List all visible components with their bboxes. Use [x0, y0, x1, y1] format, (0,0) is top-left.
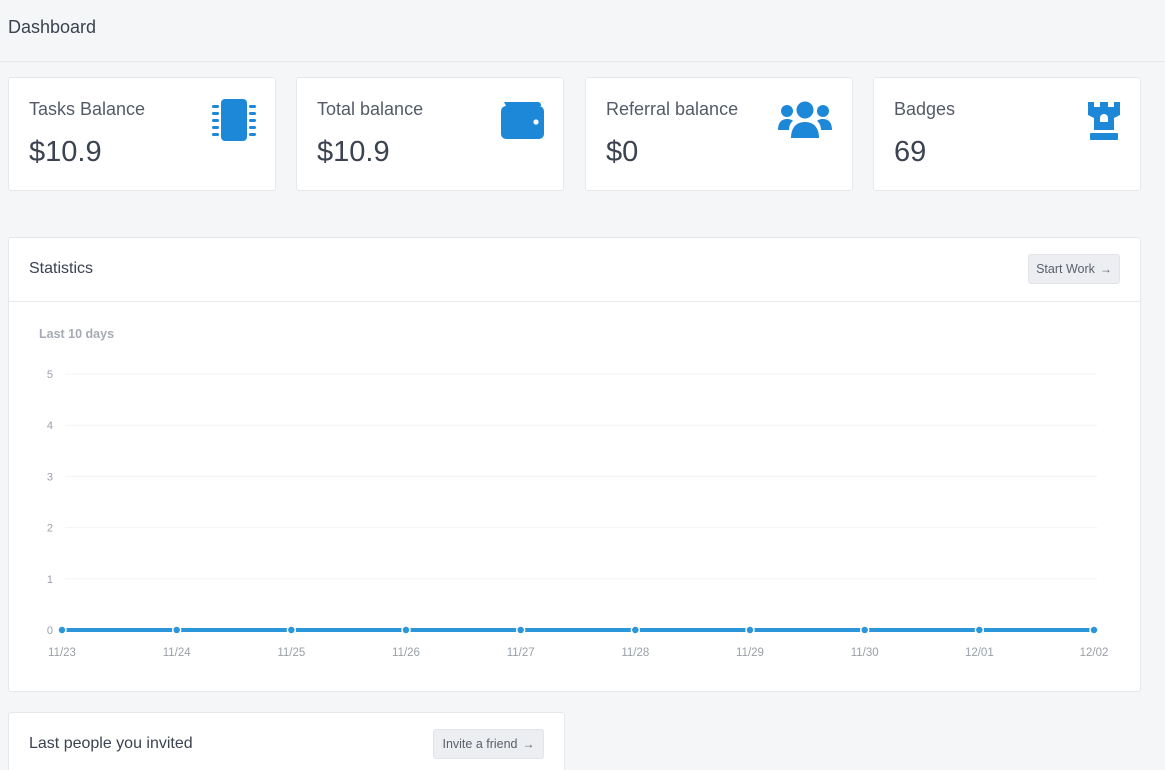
wallet-icon [500, 100, 544, 140]
x-tick-label: 12/01 [965, 647, 994, 659]
stat-value: 69 [894, 136, 927, 168]
x-tick-label: 11/23 [48, 647, 76, 659]
x-tick-label: 11/28 [621, 647, 649, 659]
stat-label: Referral balance [606, 99, 739, 119]
stat-label: Badges [894, 99, 956, 119]
page-title: Dashboard [8, 17, 97, 37]
stat-card-tasks-balance: Tasks Balance $10.9 [8, 77, 276, 191]
arrow-right-icon: → [522, 737, 535, 751]
statistics-panel: Statistics Start Work → Last 10 days 012… [8, 237, 1141, 692]
invited-title: Last people you invited [29, 735, 193, 752]
chip-icon [211, 98, 257, 142]
invite-friend-button[interactable]: Invite a friend → [433, 729, 544, 759]
data-point [401, 625, 411, 635]
data-point [859, 625, 870, 635]
data-point [745, 625, 755, 635]
stat-card-total-balance: Total balance $10.9 [296, 77, 564, 191]
data-point [286, 625, 297, 635]
stat-value: $10.9 [317, 136, 390, 168]
x-tick-label: 12/02 [1080, 647, 1109, 659]
stat-label: Total balance [317, 99, 424, 119]
data-point [171, 625, 182, 635]
invited-panel: Last people you invited Invite a friend … [8, 712, 565, 770]
x-tick-label: 11/24 [163, 647, 192, 659]
stat-value: $0 [606, 136, 639, 168]
y-tick-label: 4 [47, 420, 53, 432]
stat-card-badges: Badges 69 [873, 77, 1141, 191]
stat-card-referral-balance: Referral balance $0 [585, 77, 853, 191]
rook-icon [1086, 100, 1122, 142]
page-header: Dashboard [0, 0, 1165, 62]
x-tick-label: 11/27 [507, 647, 535, 659]
y-tick-label: 5 [47, 369, 53, 381]
x-tick-label: 11/30 [851, 647, 879, 659]
data-point [57, 625, 67, 635]
stat-label: Tasks Balance [29, 99, 146, 119]
x-tick-label: 11/26 [392, 647, 420, 659]
data-point [515, 625, 526, 635]
data-point [630, 625, 641, 635]
y-tick-label: 0 [47, 625, 53, 637]
y-tick-label: 3 [47, 471, 53, 483]
data-point [974, 625, 985, 635]
data-point [1089, 625, 1099, 635]
x-tick-label: 11/25 [277, 647, 305, 659]
x-tick-label: 11/29 [736, 647, 764, 659]
users-icon [777, 100, 833, 140]
y-tick-label: 1 [47, 574, 53, 586]
invite-friend-label: Invite a friend [442, 737, 518, 751]
stat-value: $10.9 [29, 136, 102, 168]
statistics-line-chart: 0 1 2 3 4 5 11/23 11/24 11/25 11/26 11/27 11/28 11/2… [47, 369, 1109, 659]
y-tick-label: 2 [47, 523, 53, 535]
